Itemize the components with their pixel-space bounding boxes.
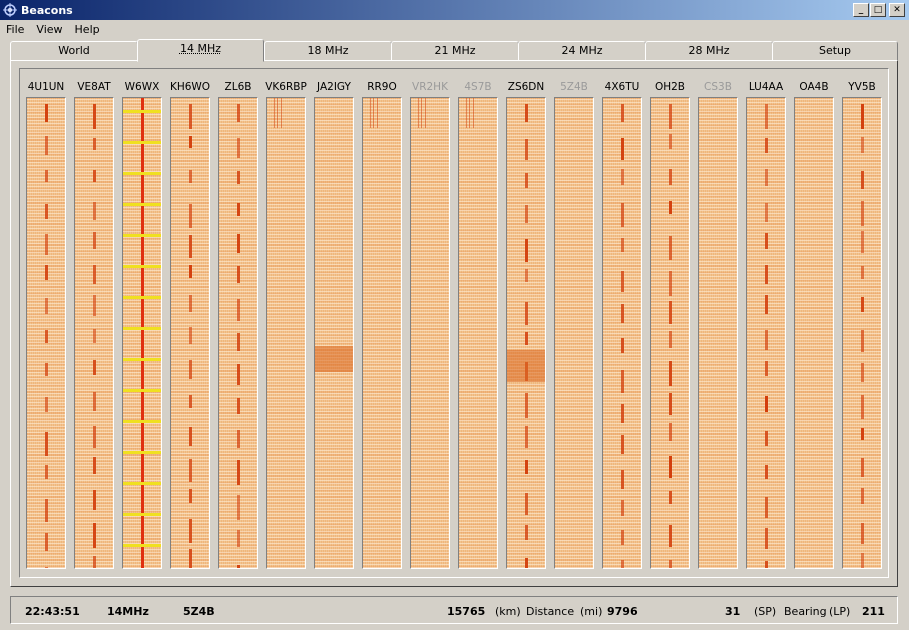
- tab-14mhz[interactable]: 14 MHz: [137, 39, 264, 62]
- status-band: 14MHz: [107, 605, 149, 618]
- beacon-spectrogram[interactable]: [746, 97, 786, 569]
- status-distance-km: 15765: [447, 605, 486, 618]
- beacon-label[interactable]: 5Z4B: [552, 81, 596, 95]
- beacon-spectrogram[interactable]: [698, 97, 738, 569]
- minimize-icon[interactable]: _: [853, 3, 869, 17]
- status-distance-mi: 9796: [607, 605, 638, 618]
- status-time: 22:43:51: [25, 605, 80, 618]
- beacon-label[interactable]: VK6RBP: [264, 81, 308, 95]
- beacon-spectrogram[interactable]: [506, 97, 546, 569]
- status-beacon: 5Z4B: [183, 605, 215, 618]
- menu-help[interactable]: Help: [69, 23, 106, 36]
- beacon-label[interactable]: OA4B: [792, 81, 836, 95]
- menu-bar: File View Help: [0, 20, 909, 39]
- beacon-spectrogram[interactable]: [362, 97, 402, 569]
- beacon-label[interactable]: 4U1UN: [24, 81, 68, 95]
- beacon-label[interactable]: YV5B: [840, 81, 884, 95]
- tab-setup[interactable]: Setup: [772, 41, 898, 61]
- beacon-label[interactable]: 4S7B: [456, 81, 500, 95]
- beacon-label[interactable]: ZL6B: [216, 81, 260, 95]
- tab-28mhz[interactable]: 28 MHz: [645, 41, 773, 61]
- beacon-label[interactable]: KH6WO: [168, 81, 212, 95]
- status-bearing-label: Bearing: [784, 605, 827, 618]
- beacon-label[interactable]: CS3B: [696, 81, 740, 95]
- status-bar: 22:43:51 14MHz 5Z4B 15765 (km) Distance …: [10, 596, 898, 624]
- status-distance-label: Distance: [526, 605, 575, 618]
- beacon-spectrogram[interactable]: [314, 97, 354, 569]
- beacon-spectrogram[interactable]: [218, 97, 258, 569]
- status-mi-label: (mi): [580, 605, 603, 618]
- beacon-label[interactable]: JA2IGY: [312, 81, 356, 95]
- status-lp-label: (LP): [829, 605, 851, 618]
- tab-24mhz[interactable]: 24 MHz: [518, 41, 646, 61]
- maximize-icon[interactable]: □: [870, 3, 886, 17]
- tab-18mhz[interactable]: 18 MHz: [264, 41, 392, 61]
- beacon-spectrogram[interactable]: [74, 97, 114, 569]
- status-sp-label: (SP): [754, 605, 777, 618]
- beacon-spectrogram[interactable]: [842, 97, 882, 569]
- title-bar: Beacons _ □ ✕: [0, 0, 909, 20]
- beacon-label[interactable]: 4X6TU: [600, 81, 644, 95]
- beacon-label[interactable]: VE8AT: [72, 81, 116, 95]
- beacon-spectrogram[interactable]: [410, 97, 450, 569]
- status-bearing-lp: 211: [862, 605, 885, 618]
- status-km-label: (km): [495, 605, 521, 618]
- close-icon[interactable]: ✕: [889, 3, 905, 17]
- beacon-label[interactable]: RR9O: [360, 81, 404, 95]
- beacon-spectrogram[interactable]: [554, 97, 594, 569]
- band-tabs: World 14 MHz 18 MHz 21 MHz 24 MHz 28 MHz…: [10, 39, 898, 62]
- beacon-spectrogram[interactable]: [170, 97, 210, 569]
- menu-view[interactable]: View: [30, 23, 68, 36]
- status-bearing-sp: 31: [725, 605, 741, 618]
- app-icon: [3, 3, 17, 17]
- beacon-spectrogram[interactable]: [650, 97, 690, 569]
- beacon-label[interactable]: LU4AA: [744, 81, 788, 95]
- tab-21mhz[interactable]: 21 MHz: [391, 41, 519, 61]
- beacon-spectrogram[interactable]: [458, 97, 498, 569]
- window-title: Beacons: [21, 3, 73, 17]
- beacon-spectrogram[interactable]: [266, 97, 306, 569]
- tab-world[interactable]: World: [10, 41, 138, 61]
- beacon-spectrogram[interactable]: [122, 97, 162, 569]
- beacon-spectrogram[interactable]: [794, 97, 834, 569]
- beacon-spectrogram[interactable]: [26, 97, 66, 569]
- beacon-spectrogram[interactable]: [602, 97, 642, 569]
- beacon-label[interactable]: OH2B: [648, 81, 692, 95]
- beacon-label[interactable]: ZS6DN: [504, 81, 548, 95]
- beacon-label[interactable]: W6WX: [120, 81, 164, 95]
- beacon-label[interactable]: VR2HK: [408, 81, 452, 95]
- menu-file[interactable]: File: [0, 23, 30, 36]
